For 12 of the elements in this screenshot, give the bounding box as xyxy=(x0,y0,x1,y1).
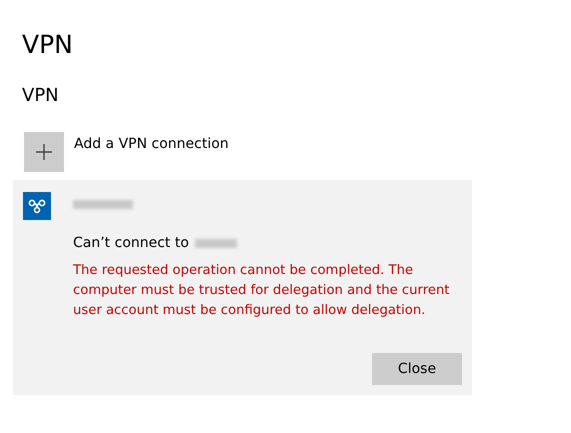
plus-icon xyxy=(36,144,52,160)
error-message: The requested operation cannot be completed. The computer must be trusted for delegation and the current user account must be configured to allow delegation. xyxy=(73,262,450,320)
add-button[interactable] xyxy=(24,132,64,172)
vpn-icon xyxy=(23,192,51,220)
status-text: Can’t connect to xyxy=(73,235,189,251)
section-title: VPN xyxy=(22,84,60,108)
connection-card[interactable]: Can’t connect to The requested operation cannot be completed. The computer must be trusted for delegation and the current user account must be configured to allow delegation. Close xyxy=(13,180,472,395)
blurred-text xyxy=(73,200,133,209)
blurred-text xyxy=(194,238,237,248)
page-title: VPN xyxy=(22,29,74,61)
close-button[interactable]: Close xyxy=(372,353,462,385)
add-vpn-label[interactable]: Add a VPN connection xyxy=(74,136,229,152)
